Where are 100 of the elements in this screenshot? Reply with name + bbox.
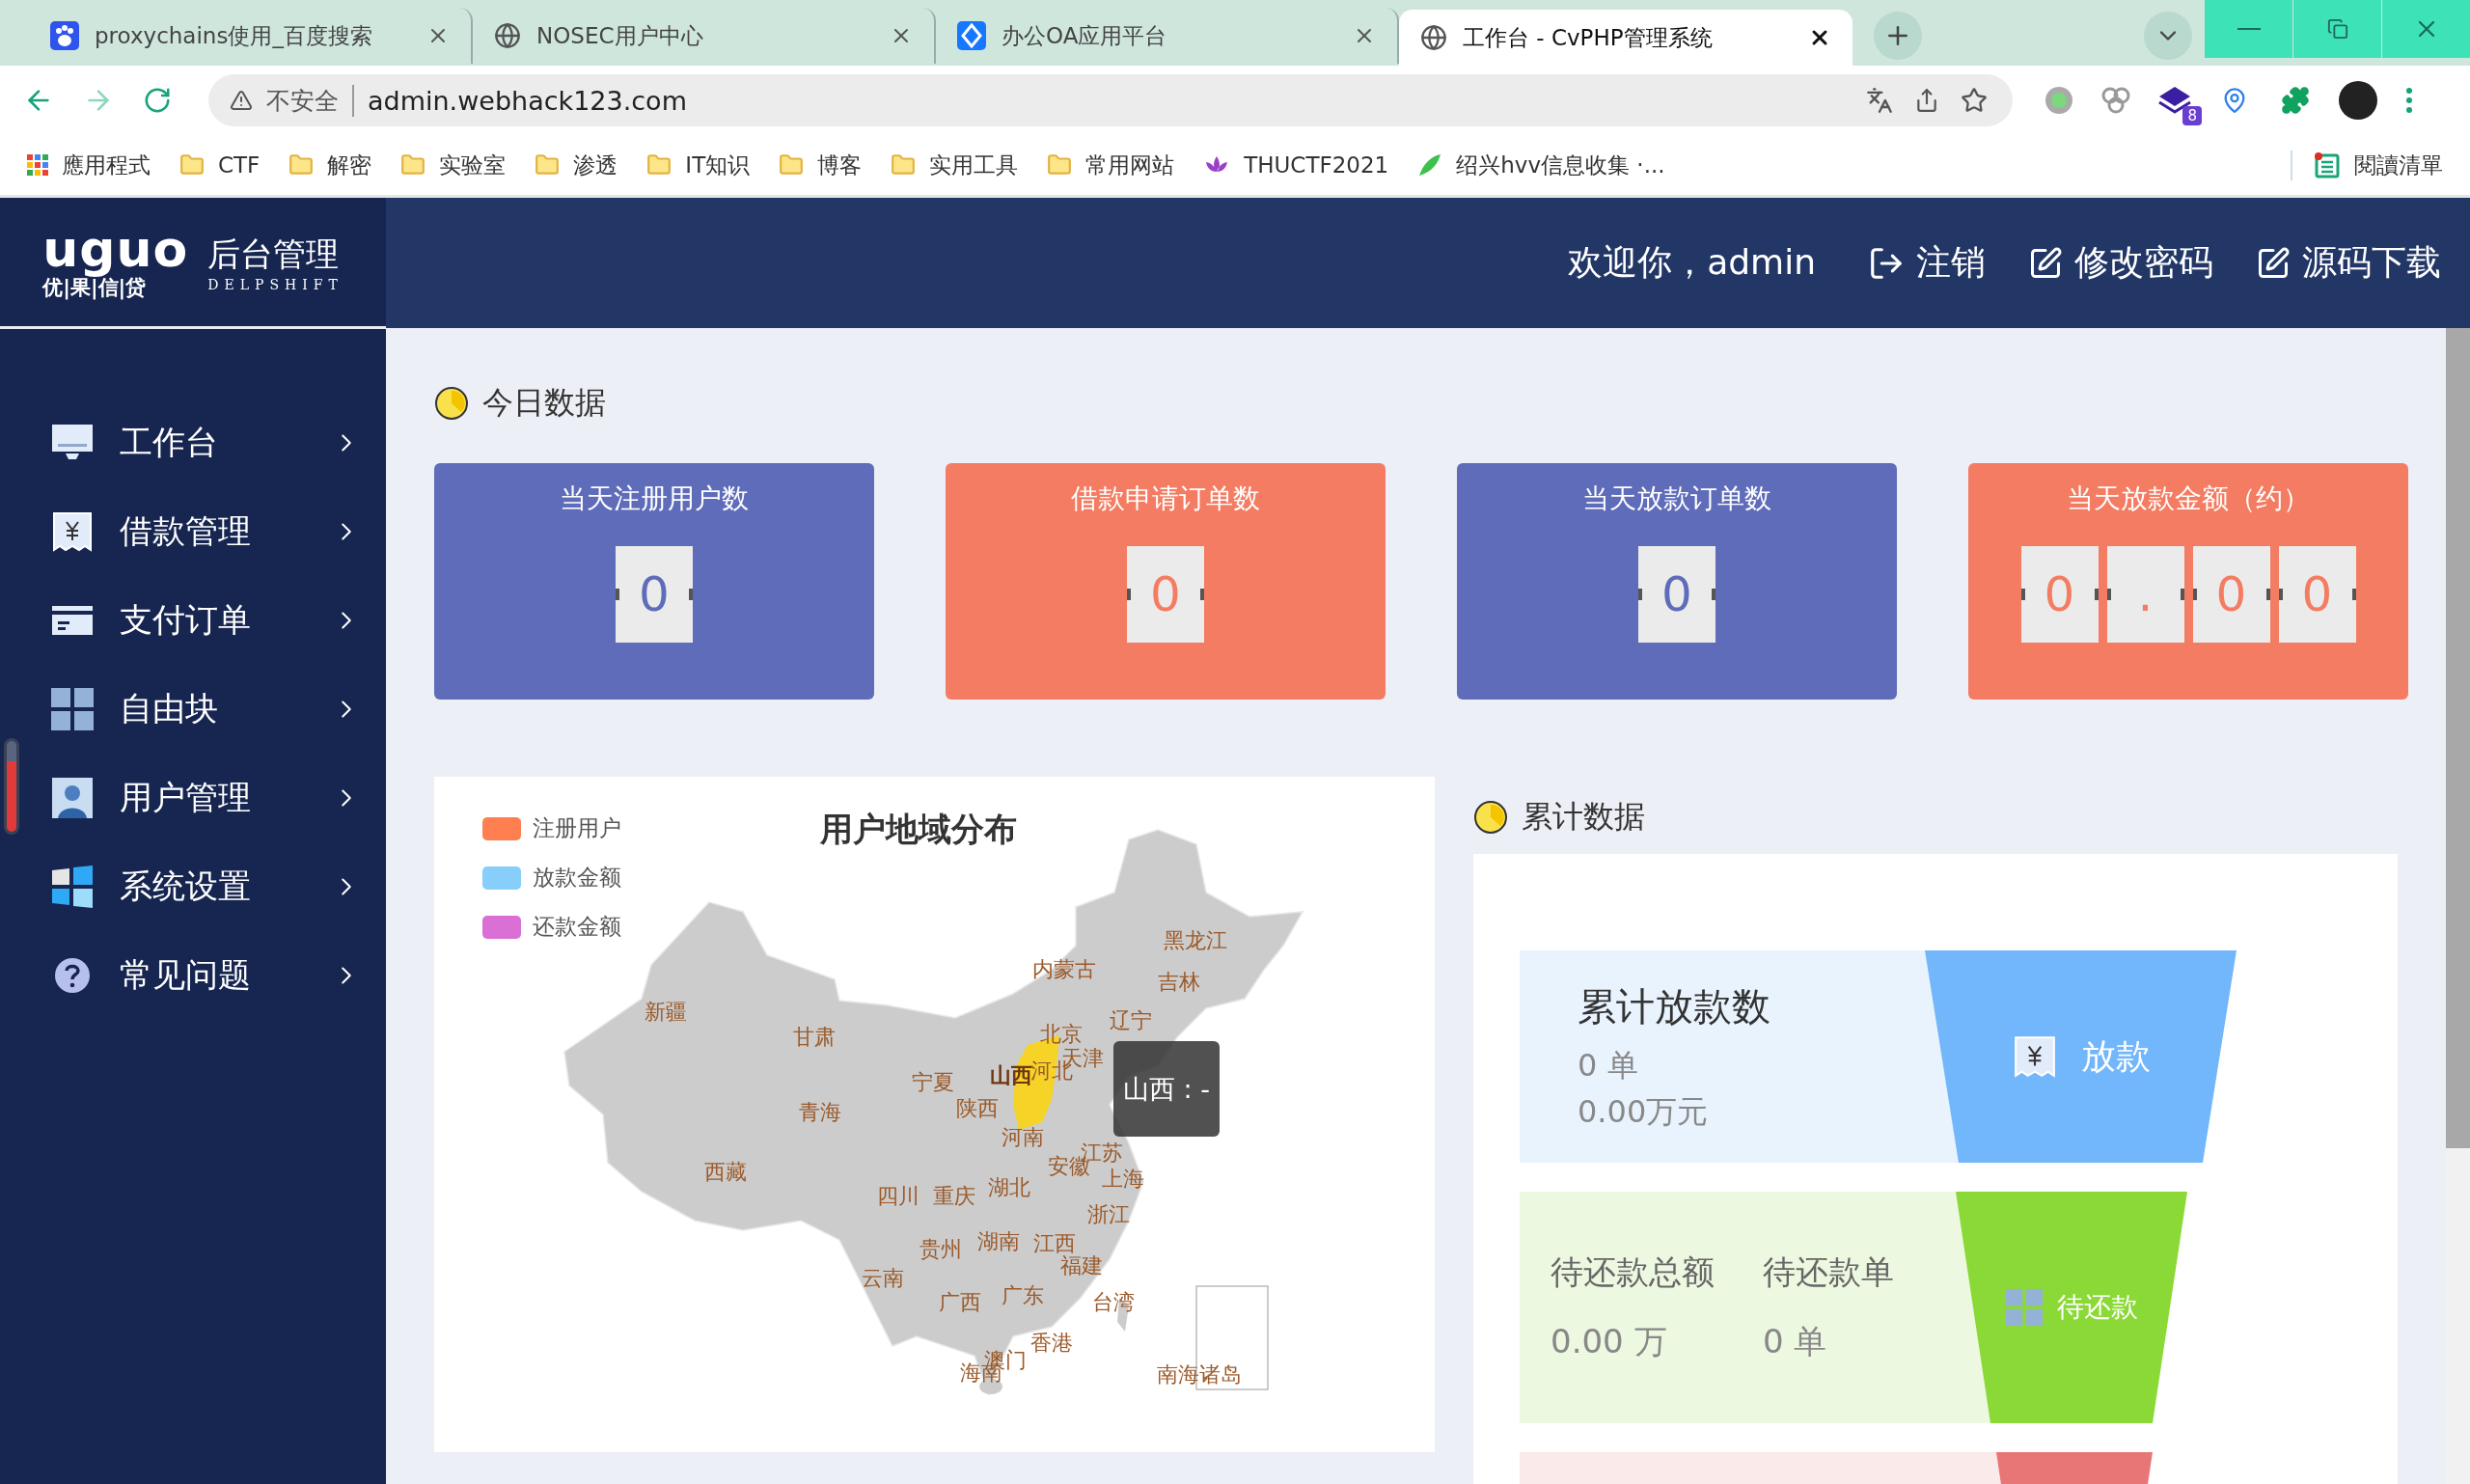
region-label[interactable]: 台湾 bbox=[1092, 1291, 1135, 1314]
region-label[interactable]: 新疆 bbox=[645, 1001, 687, 1024]
region-label[interactable]: 河南 bbox=[1002, 1126, 1044, 1149]
digit-tile: . bbox=[2106, 546, 2184, 643]
region-label[interactable]: 湖北 bbox=[988, 1176, 1030, 1199]
bookmark-item[interactable]: 绍兴hvv信息收集 ·... bbox=[1417, 150, 1665, 180]
stat-value: 0.00万元 bbox=[1578, 1091, 1710, 1132]
header-link[interactable]: 源码下载 bbox=[2256, 239, 2441, 287]
region-label[interactable]: 广西 bbox=[939, 1291, 981, 1314]
region-label[interactable]: 黑龙江 bbox=[1164, 929, 1227, 952]
clock-icon bbox=[434, 386, 469, 421]
stat-title: 累计放款数 bbox=[1578, 982, 1771, 1031]
region-label[interactable]: 香港 bbox=[1030, 1332, 1073, 1355]
region-label[interactable]: 湖南 bbox=[977, 1230, 1020, 1253]
region-label[interactable]: 上海 bbox=[1102, 1168, 1144, 1191]
receipt-icon bbox=[50, 509, 95, 554]
browser-tab[interactable]: proxychains使用_百度搜索 bbox=[29, 8, 473, 64]
region-label[interactable]: 陕西 bbox=[956, 1097, 999, 1120]
map-tooltip: 山西 : - bbox=[1113, 1041, 1220, 1137]
welcome-text: 欢迎你，admin bbox=[1568, 241, 1816, 284]
folder-icon bbox=[535, 152, 561, 178]
region-label[interactable]: 重庆 bbox=[933, 1185, 975, 1208]
bookmark-item[interactable]: 渗透 bbox=[535, 150, 618, 180]
stat-label: 待还款总额 bbox=[1551, 1251, 1715, 1293]
extension-icon[interactable] bbox=[2044, 85, 2074, 116]
region-label[interactable]: 辽宁 bbox=[1110, 1009, 1152, 1032]
region-label[interactable]: 四川 bbox=[877, 1185, 919, 1208]
stat-value: 0 单 bbox=[1763, 1321, 1828, 1362]
header-link[interactable]: 注销 bbox=[1868, 239, 1986, 287]
new-tab-button[interactable] bbox=[1874, 12, 1922, 60]
region-label[interactable]: 云南 bbox=[862, 1267, 904, 1290]
stat-label: 待还款单 bbox=[1763, 1251, 1894, 1293]
bookmark-item[interactable]: CTF bbox=[179, 152, 261, 178]
bookmark-item[interactable]: 实验室 bbox=[400, 150, 507, 180]
header-link[interactable]: 修改密码 bbox=[2028, 239, 2213, 287]
rings-icon[interactable] bbox=[2100, 86, 2132, 115]
card-title: 借款申请订单数 bbox=[1071, 481, 1260, 516]
bookmark-item[interactable]: 應用程式 bbox=[27, 150, 151, 180]
globe-icon bbox=[1420, 24, 1447, 51]
sidebar-item[interactable]: 常见问题 bbox=[0, 931, 386, 1020]
edit-icon bbox=[2256, 245, 2291, 281]
region-label[interactable]: 江西 bbox=[1033, 1232, 1076, 1255]
edit-icon bbox=[2028, 245, 2063, 281]
sidebar-item[interactable]: 工作台 bbox=[0, 398, 386, 487]
legend-label: 还款金额 bbox=[533, 913, 621, 941]
logo-title: 后台管理 bbox=[207, 233, 340, 275]
browser-tab[interactable]: 办公OA应用平台 bbox=[936, 8, 1399, 64]
region-label[interactable]: 西藏 bbox=[704, 1161, 747, 1184]
sidebar-item[interactable]: 借款管理 bbox=[0, 487, 386, 576]
bookmark-item[interactable]: THUCTF2021 bbox=[1203, 152, 1389, 178]
tag-label: 放款 bbox=[2080, 1034, 2151, 1078]
url-text: admin.webhack123.com bbox=[368, 85, 688, 116]
warning-icon bbox=[230, 89, 253, 112]
chart-title: 用户地域分布 bbox=[820, 809, 1017, 850]
digit-tile: 0 bbox=[1127, 546, 1204, 643]
region-label[interactable]: 南海诸岛 bbox=[1157, 1363, 1242, 1387]
windows-logo-icon bbox=[50, 865, 95, 909]
list-icon bbox=[2314, 151, 2341, 179]
folder-icon bbox=[646, 152, 672, 178]
bookmark-item[interactable]: 解密 bbox=[288, 150, 372, 180]
globe-icon bbox=[494, 22, 521, 49]
legend-label: 放款金额 bbox=[533, 864, 621, 892]
minimize-icon bbox=[2237, 28, 2261, 30]
sidebar-item[interactable]: 自由块 bbox=[0, 665, 386, 754]
region-label[interactable]: 青海 bbox=[799, 1101, 841, 1124]
folder-icon bbox=[1047, 152, 1073, 178]
region-label[interactable]: 吉林 bbox=[1158, 971, 1200, 994]
browser-tab[interactable]: NOSEC用户中心 bbox=[473, 8, 936, 64]
bookmark-item[interactable]: IT知识 bbox=[646, 150, 751, 180]
region-label[interactable]: 甘肃 bbox=[793, 1026, 836, 1049]
restore-button[interactable] bbox=[2293, 0, 2381, 58]
region-label[interactable]: 宁夏 bbox=[912, 1071, 954, 1094]
grid-icon bbox=[2005, 1288, 2044, 1327]
bookmark-item[interactable]: 实用工具 bbox=[891, 150, 1019, 180]
star-icon bbox=[1961, 87, 1988, 114]
stat-value: 0.00 万 bbox=[1551, 1321, 1668, 1362]
bookmark-item[interactable]: 常用网站 bbox=[1047, 150, 1175, 180]
region-label[interactable]: 贵州 bbox=[919, 1238, 962, 1261]
legend-swatch[interactable] bbox=[482, 816, 521, 840]
restore-icon bbox=[2326, 18, 2348, 40]
profile-avatar[interactable] bbox=[2339, 81, 2377, 120]
address-bar[interactable]: 不安全 admin.webhack123.com bbox=[208, 74, 2013, 126]
digit-tile: 0 bbox=[2278, 546, 2356, 643]
sidebar-item[interactable]: 系统设置 bbox=[0, 842, 386, 931]
folder-icon bbox=[400, 152, 426, 178]
scrollbar-track[interactable] bbox=[2446, 328, 2470, 1484]
card-title: 当天放款金额（约） bbox=[2067, 481, 2310, 516]
region-label[interactable]: 广东 bbox=[1002, 1284, 1044, 1307]
tab-search-button[interactable] bbox=[2144, 12, 2192, 60]
browser-tab[interactable]: 工作台 - CvPHP管理系统 bbox=[1399, 10, 1852, 66]
scrollbar-thumb[interactable] bbox=[2446, 328, 2470, 1148]
region-label[interactable]: 内蒙古 bbox=[1032, 958, 1096, 981]
legend-swatch[interactable] bbox=[482, 866, 521, 890]
bookmark-item[interactable]: 博客 bbox=[779, 150, 863, 180]
region-label[interactable]: 福建 bbox=[1060, 1254, 1103, 1278]
reading-list-button[interactable]: 閱讀清單 bbox=[2291, 150, 2443, 180]
legend-swatch[interactable] bbox=[482, 915, 521, 939]
region-label[interactable]: 浙江 bbox=[1087, 1203, 1130, 1226]
sidebar-item[interactable]: 支付订单 bbox=[0, 576, 386, 665]
folder-icon bbox=[891, 152, 917, 178]
